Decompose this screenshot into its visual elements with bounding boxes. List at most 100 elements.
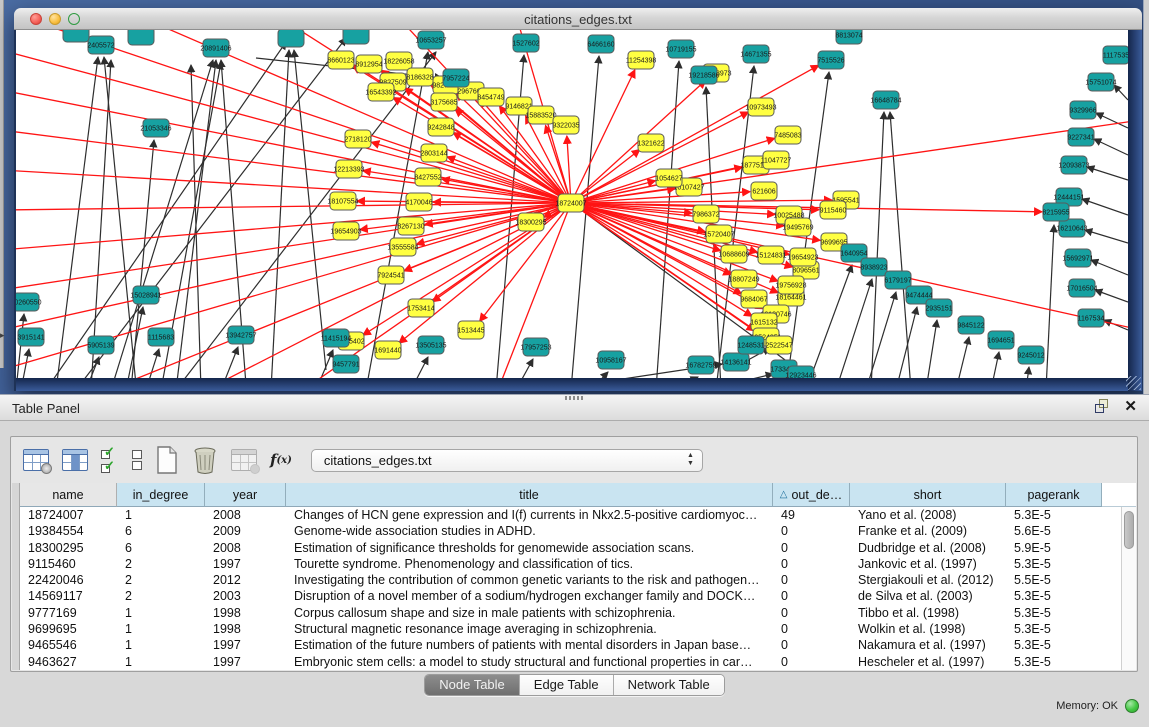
graph-node[interactable]: 16648784 (870, 91, 901, 109)
cell-short[interactable]: Wolkin et al. (1998) (850, 621, 1006, 637)
table-row[interactable]: 1872400712008Changes of HCN gene express… (20, 507, 1136, 523)
graph-node[interactable]: 18300295 (515, 213, 546, 231)
graph-node[interactable]: 15883520 (525, 106, 556, 124)
cell-in_degree[interactable]: 1 (117, 507, 205, 523)
graph-node[interactable]: 1753414 (407, 299, 434, 317)
cell-in_degree[interactable]: 2 (117, 588, 205, 604)
graph-node[interactable]: 10653257 (415, 31, 446, 49)
table-selector-dropdown[interactable]: citations_edges.txt ▲▼ (311, 449, 703, 472)
cell-short[interactable]: Stergiakouli et al. (2012) (850, 572, 1006, 588)
cell-out_de[interactable]: 0 (773, 637, 850, 653)
cell-short[interactable]: Yano et al. (2008) (850, 507, 1006, 523)
graph-node[interactable]: 7924541 (377, 266, 404, 284)
cell-short[interactable]: Tibbo et al. (1998) (850, 605, 1006, 621)
cell-out_de[interactable]: 0 (773, 523, 850, 539)
graph-node[interactable]: 15124831 (755, 246, 786, 264)
graph-node[interactable]: 13942757 (225, 326, 256, 344)
graph-node[interactable]: 2718120 (344, 130, 371, 148)
cell-name[interactable]: 9699695 (20, 621, 117, 637)
graph-node[interactable]: 9227341 (1067, 128, 1094, 146)
cell-name[interactable]: 18724007 (20, 507, 117, 523)
graph-node[interactable]: 9684067 (740, 290, 767, 308)
cell-title[interactable]: Structural magnetic resonance image aver… (286, 621, 773, 637)
cell-pagerank[interactable]: 5.3E-5 (1006, 507, 1102, 523)
graph-node[interactable]: 3175685 (430, 93, 457, 111)
clear-selection-icon[interactable] (132, 444, 142, 476)
graph-node[interactable]: 6466160 (587, 35, 614, 53)
cell-title[interactable]: Tourette syndrome. Phenomenology and cla… (286, 556, 773, 572)
graph-node[interactable]: 18807249 (728, 270, 759, 288)
graph-node[interactable]: 4170046 (405, 193, 432, 211)
graph-node[interactable]: 15028941 (130, 286, 161, 304)
graph-node[interactable]: 9322035 (552, 116, 579, 134)
graph-node[interactable]: 17957253 (520, 338, 551, 356)
tab-edge-table[interactable]: Edge Table (520, 675, 614, 695)
column-header-short[interactable]: short (850, 483, 1006, 507)
graph-node[interactable]: 13555584 (387, 238, 418, 256)
cell-in_degree[interactable]: 1 (117, 621, 205, 637)
graph-node[interactable]: 8267130 (397, 217, 424, 235)
cell-title[interactable]: Embryonic stem cells: a model to study s… (286, 654, 773, 670)
cell-name[interactable]: 14569117 (20, 588, 117, 604)
graph-node[interactable]: 9245012 (1017, 346, 1044, 364)
cell-title[interactable]: Investigating the contribution of common… (286, 572, 773, 588)
table-row[interactable]: 911546021997Tourette syndrome. Phenomeno… (20, 556, 1136, 572)
cell-name[interactable]: 9777169 (20, 605, 117, 621)
cell-title[interactable]: Estimation of the future numbers of pati… (286, 637, 773, 653)
graph-node[interactable]: 1248531 (737, 336, 764, 354)
graph-node[interactable]: 1115683 (148, 328, 174, 346)
cell-short[interactable]: Franke et al. (2009) (850, 523, 1006, 539)
graph-node[interactable]: 19654923 (787, 248, 818, 266)
table-row[interactable]: 977716911998Corpus callosum shape and si… (20, 605, 1136, 621)
graph-node[interactable]: 8454749 (477, 88, 504, 106)
cell-name[interactable]: 22420046 (20, 572, 117, 588)
table-row[interactable]: 2242004622012Investigating the contribut… (20, 572, 1136, 588)
graph-node[interactable]: 18724007 (555, 194, 586, 212)
cell-year[interactable]: 1997 (205, 654, 286, 670)
cell-year[interactable]: 2009 (205, 523, 286, 539)
cell-title[interactable]: Estimation of significance thresholds fo… (286, 540, 773, 556)
graph-node[interactable]: 1167534 (1078, 309, 1105, 327)
cell-pagerank[interactable]: 5.6E-5 (1006, 523, 1102, 539)
graph-node[interactable]: 12923446 (785, 366, 816, 378)
graph-node[interactable] (343, 30, 369, 44)
collapsed-panel-strip[interactable]: ▸ (0, 0, 4, 368)
table-row[interactable]: 1830029562008Estimation of significance … (20, 540, 1136, 556)
window-resize-grip[interactable] (1126, 376, 1141, 390)
cell-pagerank[interactable]: 5.3E-5 (1006, 654, 1102, 670)
tab-network-table[interactable]: Network Table (614, 675, 724, 695)
cell-out_de[interactable]: 0 (773, 654, 850, 670)
cell-name[interactable]: 19384554 (20, 523, 117, 539)
cell-short[interactable]: Dudbridge et al. (2008) (850, 540, 1006, 556)
graph-node[interactable]: 15751074 (1085, 73, 1116, 91)
graph-node[interactable]: 16210643 (1056, 219, 1087, 237)
graph-node[interactable]: 8938923 (860, 258, 887, 276)
column-header-out_de[interactable]: △out_de… (773, 483, 850, 507)
cell-short[interactable]: de Silva et al. (2003) (850, 588, 1006, 604)
graph-node[interactable]: 20260550 (16, 293, 42, 311)
cell-name[interactable]: 9115460 (20, 556, 117, 572)
graph-node[interactable]: 19654903 (330, 222, 361, 240)
cell-in_degree[interactable]: 1 (117, 654, 205, 670)
graph-node[interactable]: 7485083 (774, 126, 801, 144)
graph-node[interactable]: 9329966 (1069, 101, 1096, 119)
graph-node[interactable]: 10958167 (595, 351, 626, 369)
graph-node[interactable]: 3915141 (17, 328, 44, 346)
graph-node[interactable]: 20891406 (200, 39, 231, 57)
graph-node[interactable]: 5905139 (87, 336, 114, 354)
cell-in_degree[interactable]: 1 (117, 637, 205, 653)
cell-year[interactable]: 1997 (205, 556, 286, 572)
graph-node[interactable]: 16543392 (365, 83, 396, 101)
cell-short[interactable]: Hescheler et al. (1997) (850, 654, 1006, 670)
graph-node[interactable]: 15692971 (1062, 249, 1093, 267)
scrollbar-thumb[interactable] (1124, 511, 1134, 549)
cell-title[interactable]: Changes of HCN gene expression and I(f) … (286, 507, 773, 523)
cell-pagerank[interactable]: 5.3E-5 (1006, 605, 1102, 621)
graph-node[interactable] (63, 30, 89, 42)
table-row[interactable]: 946554611997Estimation of the future num… (20, 637, 1136, 653)
table-settings-icon[interactable] (23, 444, 49, 476)
cell-out_de[interactable]: 49 (773, 507, 850, 523)
cell-title[interactable]: Corpus callosum shape and size in male p… (286, 605, 773, 621)
graph-node[interactable]: 1513445 (457, 321, 484, 339)
memory-status-indicator[interactable] (1125, 699, 1139, 713)
